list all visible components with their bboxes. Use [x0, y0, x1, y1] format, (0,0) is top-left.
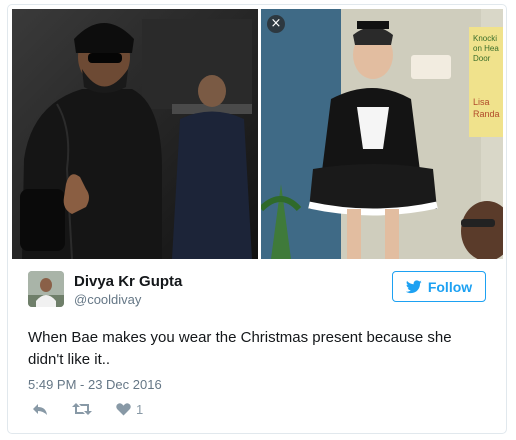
- author-display-name[interactable]: Divya Kr Gupta: [74, 272, 182, 291]
- retweet-button[interactable]: [72, 399, 92, 419]
- tweet-media: Knocki on Hea Door Lisa Randa ×: [12, 9, 503, 259]
- tweet-timestamp[interactable]: 5:49 PM - 23 Dec 2016: [28, 377, 162, 392]
- reply-button[interactable]: [32, 399, 48, 419]
- book-text-line-1: Knocki: [473, 34, 497, 43]
- photo-right[interactable]: Knocki on Hea Door Lisa Randa ×: [261, 9, 503, 259]
- book-text-line-4: Lisa: [473, 97, 490, 107]
- photo-right-image: Knocki on Hea Door Lisa Randa: [261, 9, 503, 259]
- avatar-image: [28, 271, 64, 307]
- heart-icon: [116, 403, 131, 416]
- author-names: Divya Kr Gupta @cooldivay: [74, 272, 182, 309]
- tweet-card: Knocki on Hea Door Lisa Randa × Divya Kr…: [7, 4, 507, 434]
- close-icon[interactable]: ×: [267, 15, 285, 33]
- follow-button[interactable]: Follow: [392, 271, 486, 302]
- bird-icon: [405, 279, 422, 293]
- author-handle[interactable]: @cooldivay: [74, 291, 182, 309]
- like-count: 1: [136, 401, 144, 417]
- photo-left-image: [12, 9, 258, 259]
- avatar[interactable]: [28, 271, 64, 307]
- book-text-line-5: Randa: [473, 109, 500, 119]
- book-text-line-3: Door: [473, 54, 491, 63]
- photo-left[interactable]: [12, 9, 258, 259]
- book-text-line-2: on Hea: [473, 44, 499, 53]
- retweet-icon: [72, 403, 92, 415]
- reply-icon: [33, 404, 47, 415]
- tweet-header: Divya Kr Gupta @cooldivay Follow: [28, 271, 488, 311]
- tweet-text: When Bae makes you wear the Christmas pr…: [28, 329, 452, 368]
- like-button[interactable]: 1: [116, 399, 143, 419]
- follow-button-label: Follow: [427, 278, 473, 295]
